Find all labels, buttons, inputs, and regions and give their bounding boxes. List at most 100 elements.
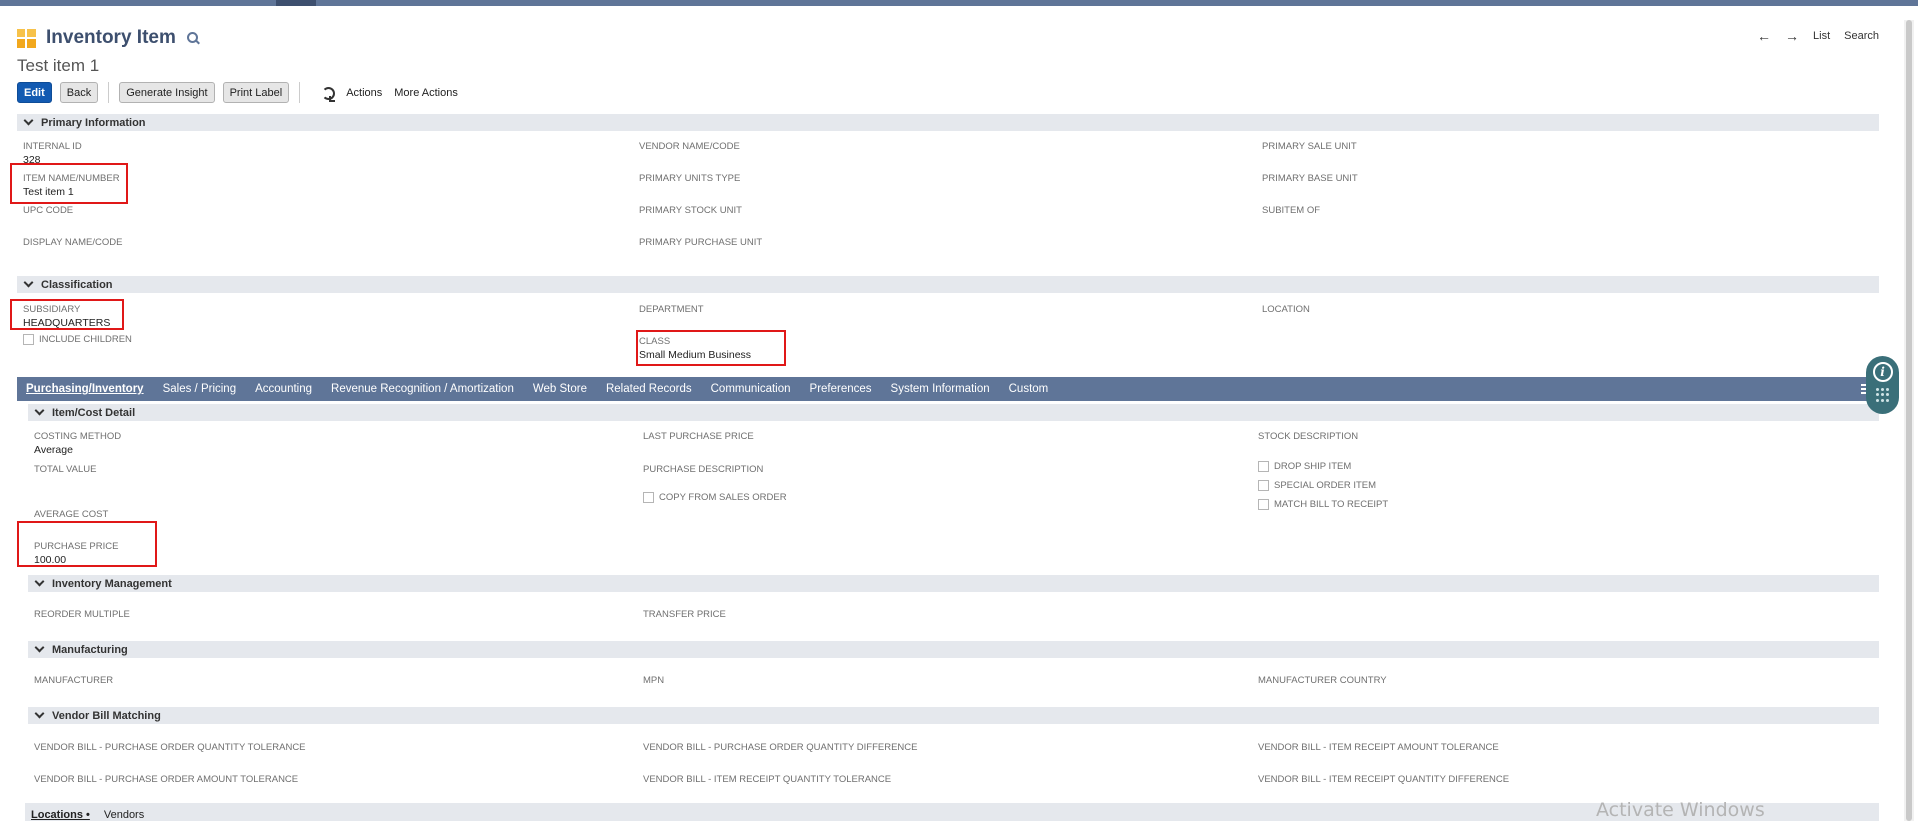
- field-label: MATCH BILL TO RECEIPT: [1274, 499, 1389, 510]
- field-label: MANUFACTURER COUNTRY: [1258, 675, 1387, 686]
- department-field: DEPARTMENT: [639, 304, 704, 315]
- upc-code-field: UPC CODE: [23, 205, 73, 216]
- back-button[interactable]: Back: [59, 82, 99, 103]
- field-label: VENDOR BILL - PURCHASE ORDER QUANTITY TO…: [34, 742, 306, 753]
- classification-header[interactable]: Classification: [17, 276, 1879, 293]
- ir-quantity-tolerance-field: VENDOR BILL - ITEM RECEIPT QUANTITY TOLE…: [643, 774, 891, 785]
- tab-web-store[interactable]: Web Store: [533, 383, 587, 395]
- field-label: VENDOR BILL - ITEM RECEIPT QUANTITY TOLE…: [643, 774, 892, 785]
- primary-purchase-unit-field: PRIMARY PURCHASE UNIT: [639, 237, 762, 248]
- highlight-purchase-price: [17, 521, 157, 567]
- next-arrow-icon[interactable]: →: [1785, 28, 1799, 44]
- highlight-subsidiary: [10, 299, 124, 330]
- field-value: Average: [34, 444, 73, 456]
- primary-information-header[interactable]: Primary Information: [17, 114, 1879, 131]
- list-link[interactable]: List: [1813, 30, 1830, 42]
- chevron-down-icon: [34, 576, 45, 587]
- section-title: Inventory Management: [52, 577, 172, 590]
- item-cost-detail-header[interactable]: Item/Cost Detail: [28, 404, 1879, 421]
- manufacturer-country-field: MANUFACTURER COUNTRY: [1258, 675, 1387, 686]
- average-cost-field: AVERAGE COST: [34, 509, 108, 520]
- section-title: Manufacturing: [52, 643, 128, 656]
- field-label: SUBITEM OF: [1262, 205, 1321, 216]
- vendor-name-field: VENDOR NAME/CODE: [639, 141, 740, 152]
- copy-from-sales-order-field: COPY FROM SALES ORDER: [643, 492, 787, 503]
- edit-button[interactable]: Edit: [17, 82, 52, 103]
- po-amount-tolerance-field: VENDOR BILL - PURCHASE ORDER AMOUNT TOLE…: [34, 774, 298, 785]
- search-link[interactable]: Search: [1844, 30, 1879, 42]
- tab-preferences[interactable]: Preferences: [810, 383, 872, 395]
- field-label: TRANSFER PRICE: [643, 609, 726, 620]
- section-title: Primary Information: [41, 116, 146, 129]
- include-children-checkbox[interactable]: [23, 334, 34, 345]
- refresh-icon[interactable]: [320, 85, 336, 102]
- field-label: VENDOR BILL - ITEM RECEIPT AMOUNT TOLERA…: [1258, 742, 1499, 753]
- vendor-bill-matching-header[interactable]: Vendor Bill Matching: [28, 707, 1879, 724]
- ir-quantity-difference-field: VENDOR BILL - ITEM RECEIPT QUANTITY DIFF…: [1258, 774, 1509, 785]
- more-actions-menu[interactable]: More Actions: [394, 87, 458, 99]
- special-order-item-checkbox[interactable]: [1258, 480, 1269, 491]
- actions-menu[interactable]: Actions: [346, 87, 382, 99]
- reorder-multiple-field: REORDER MULTIPLE: [34, 609, 130, 620]
- primary-units-type-field: PRIMARY UNITS TYPE: [639, 173, 740, 184]
- match-bill-to-receipt-field: MATCH BILL TO RECEIPT: [1258, 499, 1388, 510]
- print-label-button[interactable]: Print Label: [222, 82, 290, 103]
- tab-communication[interactable]: Communication: [711, 383, 791, 395]
- activate-windows-watermark: Activate Windows: [1596, 799, 1765, 821]
- record-name: Test item 1: [17, 56, 100, 75]
- chevron-down-icon: [34, 405, 45, 416]
- record-subtabs: Purchasing/Inventory Sales / Pricing Acc…: [17, 377, 1879, 401]
- purchase-description-field: PURCHASE DESCRIPTION: [643, 464, 763, 475]
- highlight-class: [636, 330, 786, 366]
- tab-related-records[interactable]: Related Records: [606, 383, 692, 395]
- field-label: DISPLAY NAME/CODE: [23, 237, 123, 248]
- chevron-down-icon: [23, 115, 34, 126]
- tab-revenue-recognition[interactable]: Revenue Recognition / Amortization: [331, 383, 514, 395]
- vertical-scrollbar[interactable]: [1904, 20, 1914, 821]
- field-label: VENDOR BILL - PURCHASE ORDER QUANTITY DI…: [643, 742, 918, 753]
- costing-method-field: COSTING METHOD Average: [34, 431, 121, 456]
- tab-custom[interactable]: Custom: [1009, 383, 1049, 395]
- section-title: Item/Cost Detail: [52, 406, 136, 419]
- field-label: INCLUDE CHILDREN: [39, 334, 132, 345]
- scrollbar-thumb[interactable]: [1906, 20, 1912, 821]
- inventory-item-icon: [17, 28, 36, 48]
- tab-sales-pricing[interactable]: Sales / Pricing: [163, 383, 237, 395]
- grid-dots-icon[interactable]: [1875, 388, 1890, 402]
- tab-vendors[interactable]: Vendors: [104, 809, 144, 821]
- drop-ship-item-checkbox[interactable]: [1258, 461, 1269, 472]
- field-label: MANUFACTURER: [34, 675, 114, 686]
- transfer-price-field: TRANSFER PRICE: [643, 609, 726, 620]
- inventory-management-header[interactable]: Inventory Management: [28, 575, 1879, 592]
- chevron-down-icon: [34, 642, 45, 653]
- search-icon[interactable]: [186, 31, 200, 45]
- tab-locations[interactable]: Locations •: [31, 809, 90, 821]
- section-title: Vendor Bill Matching: [52, 709, 161, 722]
- po-quantity-difference-field: VENDOR BILL - PURCHASE ORDER QUANTITY DI…: [643, 742, 917, 753]
- field-label: PRIMARY SALE UNIT: [1262, 141, 1357, 152]
- title-row: Inventory Item: [17, 23, 200, 53]
- help-widget[interactable]: i: [1866, 356, 1899, 414]
- tab-purchasing-inventory[interactable]: Purchasing/Inventory: [26, 383, 144, 395]
- previous-arrow-icon[interactable]: ←: [1757, 28, 1771, 44]
- field-label: LAST PURCHASE PRICE: [643, 431, 754, 442]
- toolbar: Edit Back Generate Insight Print Label A…: [17, 82, 470, 103]
- field-label: INTERNAL ID: [23, 141, 82, 152]
- manufacturing-header[interactable]: Manufacturing: [28, 641, 1879, 658]
- record-navigation: ← → List Search: [1757, 28, 1879, 44]
- copy-from-sales-order-checkbox[interactable]: [643, 492, 654, 503]
- match-bill-to-receipt-checkbox[interactable]: [1258, 499, 1269, 510]
- field-label: TOTAL VALUE: [34, 464, 97, 475]
- tab-system-information[interactable]: System Information: [891, 383, 990, 395]
- drop-ship-item-field: DROP SHIP ITEM: [1258, 461, 1351, 472]
- field-label: SPECIAL ORDER ITEM: [1274, 480, 1377, 491]
- total-value-field: TOTAL VALUE: [34, 464, 96, 475]
- field-label: UPC CODE: [23, 205, 74, 216]
- toolbar-divider: [108, 82, 110, 103]
- active-tab-marker: [276, 0, 316, 6]
- info-icon[interactable]: i: [1872, 362, 1893, 382]
- field-label: PRIMARY STOCK UNIT: [639, 205, 742, 216]
- generate-insight-button[interactable]: Generate Insight: [119, 82, 215, 103]
- tab-accounting[interactable]: Accounting: [255, 383, 312, 395]
- manufacturer-field: MANUFACTURER: [34, 675, 113, 686]
